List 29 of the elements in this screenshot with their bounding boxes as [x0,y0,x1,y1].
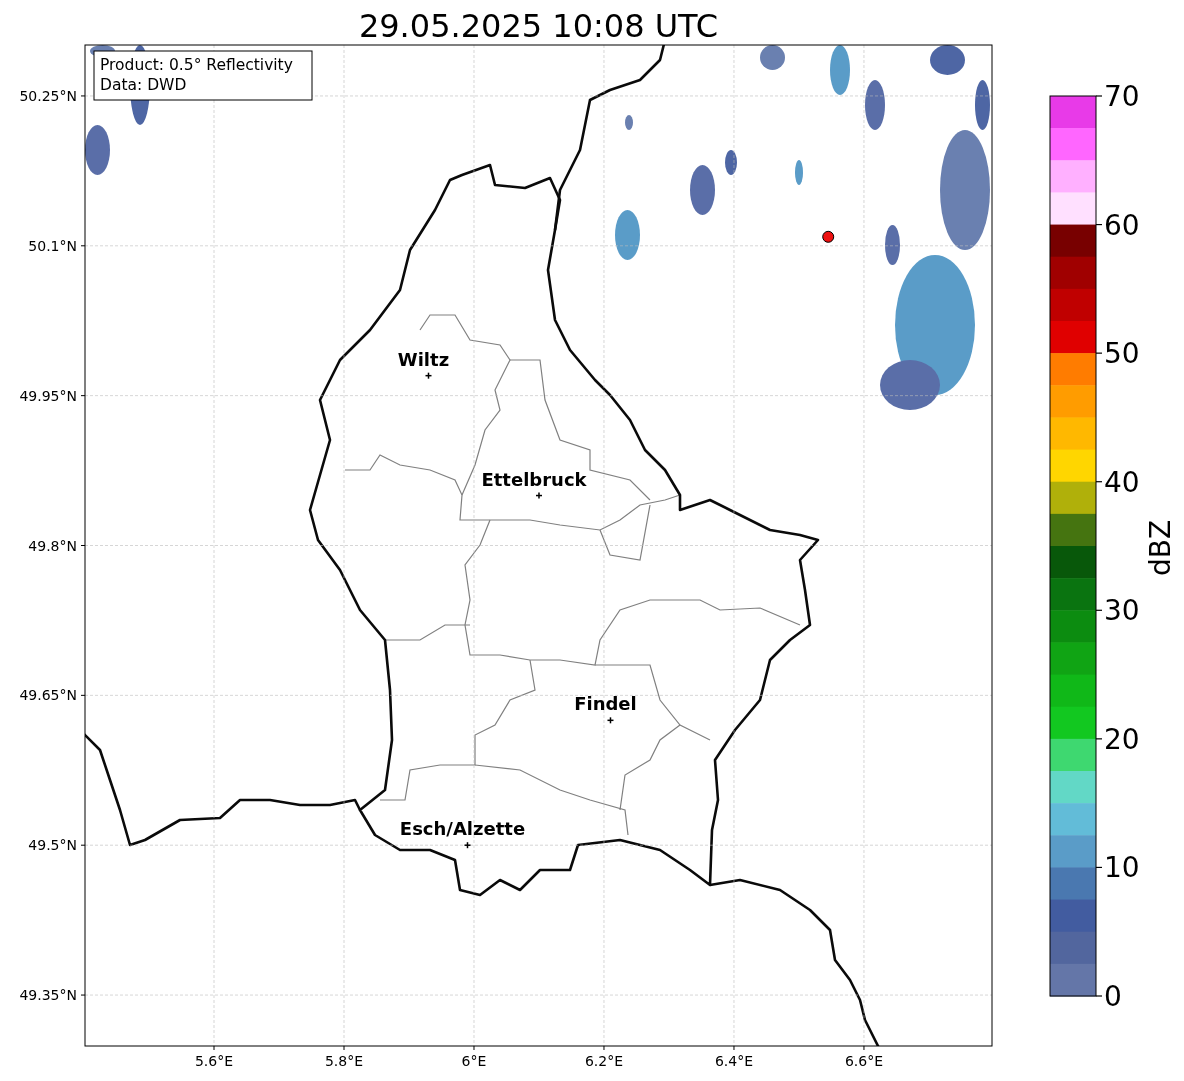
axis-tick-label: 6°E [461,1053,487,1069]
axis-tick-label: 49.65°N [19,687,77,704]
colorbar-tick-label: 50 [1104,337,1140,371]
colorbar-tick-label: 30 [1104,594,1140,628]
colorbar-tick-label: 70 [1104,80,1140,113]
axis-tick-label: 6.4°E [714,1053,754,1069]
colorbar-tick-label: 40 [1104,465,1140,499]
axis-tick-label: 6.2°E [584,1053,624,1069]
axis-tick-label: 50.25°N [19,87,77,104]
colorbar-tick-label: 0 [1104,980,1122,1013]
colorbar-tick-label: 60 [1104,208,1140,242]
axis-tick-label: 49.5°N [28,837,77,854]
city-label: Wiltz [397,348,450,370]
axis-tick-label: 50.1°N [28,237,77,254]
axis-tick-label: 49.95°N [19,387,77,404]
axis-tick-label: 5.8°E [324,1053,364,1069]
info-text: Product: 0.5° Reflectivity [100,56,293,74]
city-label: Ettelbruck [481,468,587,490]
axis-tick-label: 49.35°N [19,987,77,1004]
colorbar-tick-label: 20 [1104,722,1140,756]
city-label: Findel [574,693,637,715]
info-text: Data: DWD [100,76,187,94]
colorbar-tick-label: 10 [1104,851,1140,885]
chart-title: 29.05.2025 10:08 UTC [358,7,719,45]
city-label: Esch/Alzette [399,818,526,840]
axis-tick-label: 49.8°N [28,537,77,554]
colorbar-label: dBZ [1144,519,1177,577]
axis-tick-label: 6.6°E [844,1053,883,1069]
axis-tick-label: 5.6°E [194,1053,234,1069]
